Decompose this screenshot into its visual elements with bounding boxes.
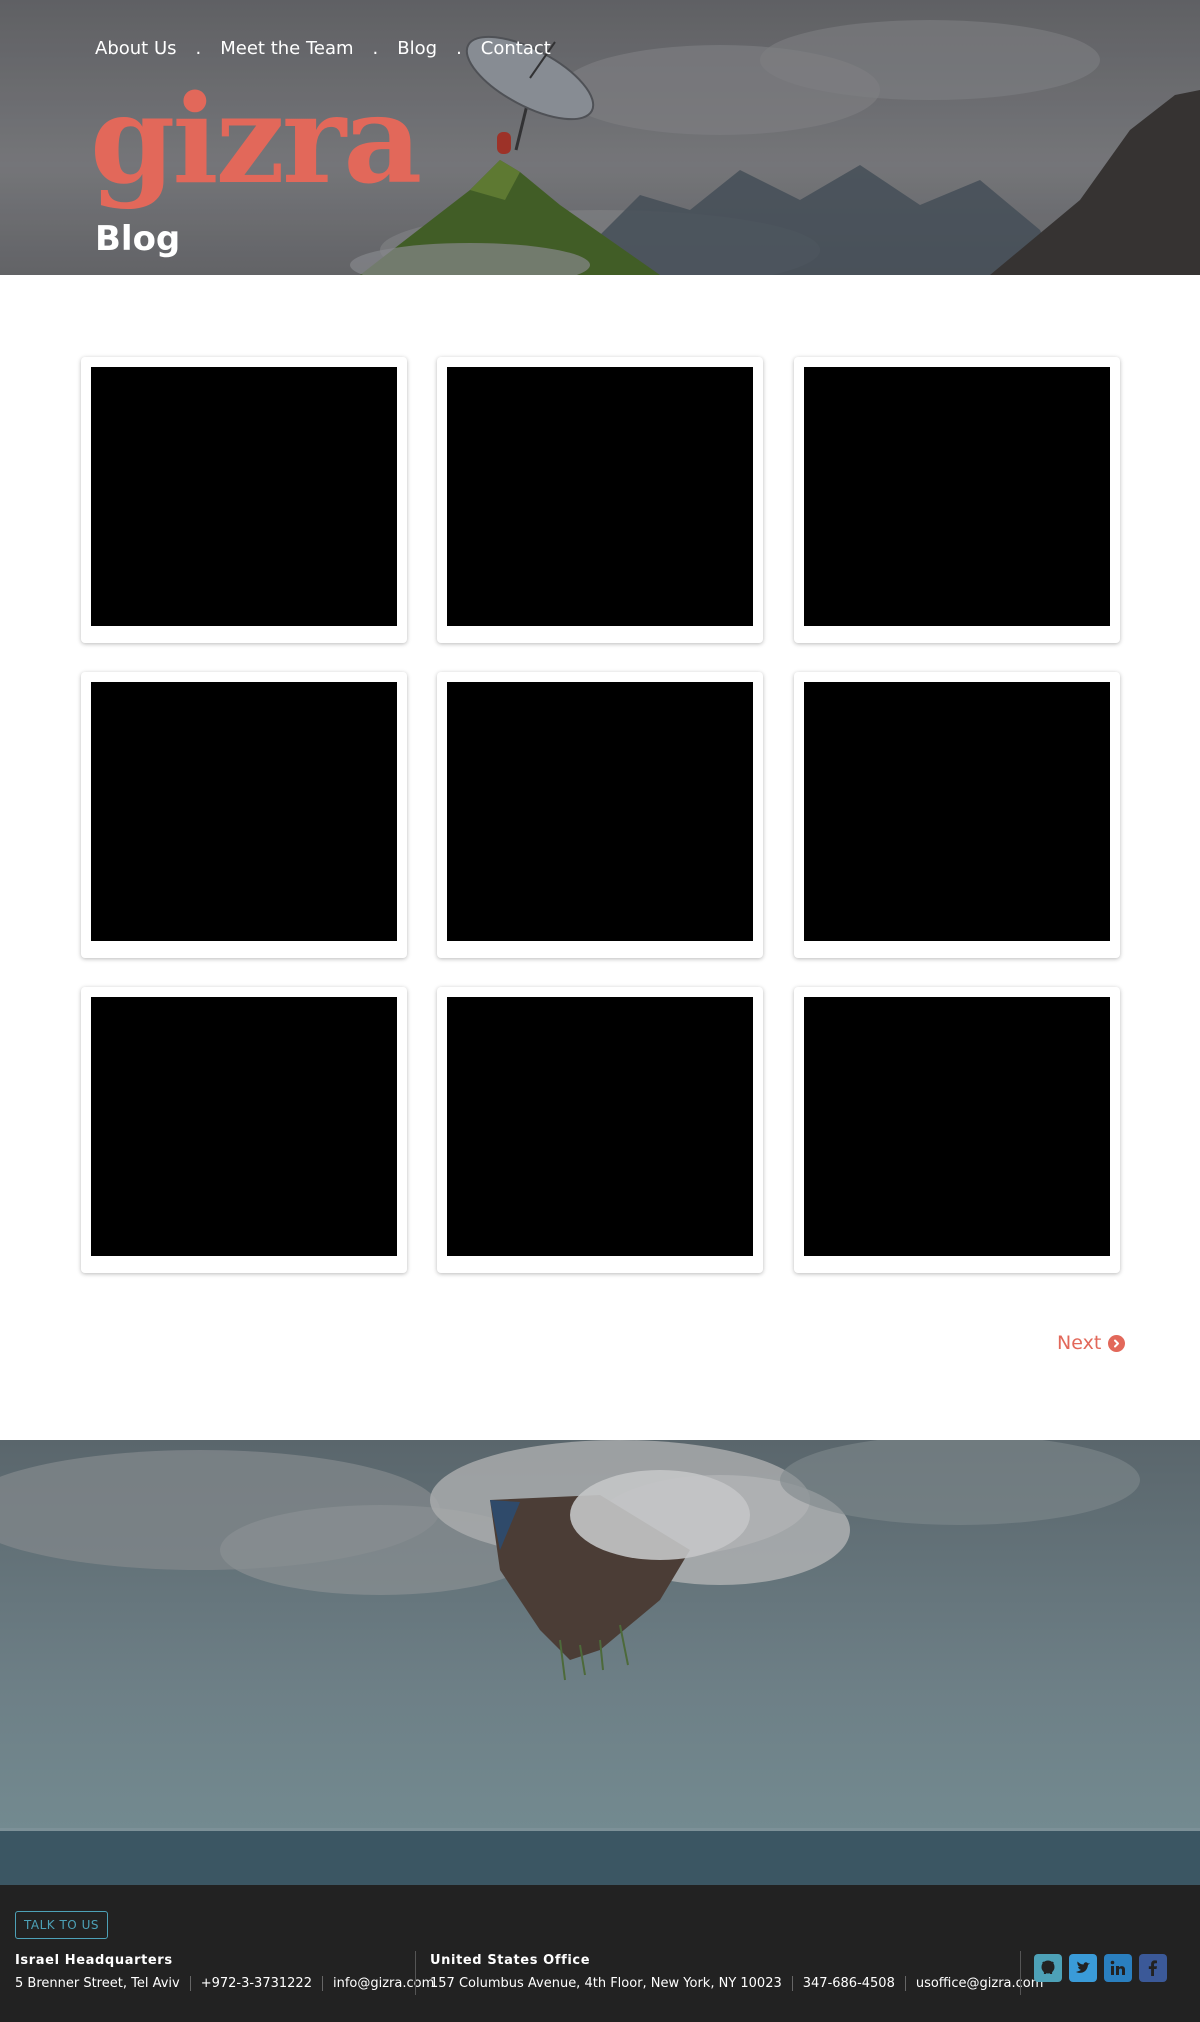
- blog-card-image[interactable]: [447, 367, 753, 626]
- israel-phone[interactable]: +972-3-3731222: [201, 1976, 312, 1991]
- site-footer: TALK TO US Israel Headquarters 5 Brenner…: [0, 1885, 1200, 2022]
- divider: [321, 1976, 323, 1991]
- divider: [904, 1976, 906, 1991]
- chevron-circle-right-icon: [1108, 1334, 1126, 1352]
- blog-card[interactable]: [437, 357, 763, 643]
- us-phone[interactable]: 347-686-4508: [803, 1976, 895, 1991]
- floating-island-image: [0, 1440, 1200, 1885]
- blog-card[interactable]: [437, 672, 763, 958]
- nav-separator: .: [195, 38, 202, 59]
- facebook-icon[interactable]: [1139, 1954, 1167, 1982]
- blog-card[interactable]: [794, 357, 1120, 643]
- blog-card-image[interactable]: [447, 997, 753, 1256]
- blog-card-image[interactable]: [804, 682, 1110, 941]
- nav-link-blog[interactable]: Blog: [397, 38, 437, 59]
- twitter-icon[interactable]: [1069, 1954, 1097, 1982]
- blog-card-image[interactable]: [804, 997, 1110, 1256]
- blog-card-image[interactable]: [804, 367, 1110, 626]
- nav-separator: .: [372, 38, 379, 59]
- talk-to-us-button[interactable]: TALK TO US: [15, 1911, 108, 1939]
- nav-link-about-us[interactable]: About Us: [95, 38, 177, 59]
- next-page-link[interactable]: Next: [1057, 1332, 1126, 1354]
- nav-link-contact[interactable]: Contact: [481, 38, 551, 59]
- divider: [791, 1976, 793, 1991]
- blog-card[interactable]: [437, 987, 763, 1273]
- footer-scene-image: [0, 1440, 1200, 1885]
- us-office-title: United States Office: [430, 1953, 591, 1968]
- linkedin-icon[interactable]: [1104, 1954, 1132, 1982]
- divider: [189, 1976, 191, 1991]
- israel-address: 5 Brenner Street, Tel Aviv: [15, 1976, 180, 1991]
- us-address: 157 Columbus Avenue, 4th Floor, New York…: [430, 1976, 782, 1991]
- blog-card-image[interactable]: [91, 997, 397, 1256]
- main-nav: About Us . Meet the Team . Blog . Contac…: [95, 38, 551, 59]
- blog-card[interactable]: [81, 987, 407, 1273]
- us-email[interactable]: usoffice@gizra.com: [916, 1976, 1044, 1991]
- israel-email[interactable]: info@gizra.com: [333, 1976, 434, 1991]
- page-title: Blog: [95, 219, 181, 259]
- blog-card[interactable]: [81, 672, 407, 958]
- blog-card-image[interactable]: [447, 682, 753, 941]
- blog-card-image[interactable]: [91, 367, 397, 626]
- blog-card[interactable]: [794, 672, 1120, 958]
- page-header: About Us . Meet the Team . Blog . Contac…: [0, 0, 1200, 275]
- divider: [415, 1951, 416, 1995]
- site-logo[interactable]: gizra: [90, 78, 422, 200]
- next-page-label: Next: [1057, 1332, 1102, 1354]
- blog-card-image[interactable]: [91, 682, 397, 941]
- nav-separator: .: [456, 38, 462, 59]
- divider: [1020, 1951, 1021, 1995]
- social-links: [1034, 1954, 1174, 1982]
- blog-card[interactable]: [81, 357, 407, 643]
- us-office-details: 157 Columbus Avenue, 4th Floor, New York…: [430, 1976, 1043, 1991]
- github-icon[interactable]: [1034, 1954, 1062, 1982]
- nav-link-meet-the-team[interactable]: Meet the Team: [220, 38, 353, 59]
- israel-office-details: 5 Brenner Street, Tel Aviv +972-3-373122…: [15, 1976, 434, 1991]
- blog-card[interactable]: [794, 987, 1120, 1273]
- israel-office-title: Israel Headquarters: [15, 1953, 173, 1968]
